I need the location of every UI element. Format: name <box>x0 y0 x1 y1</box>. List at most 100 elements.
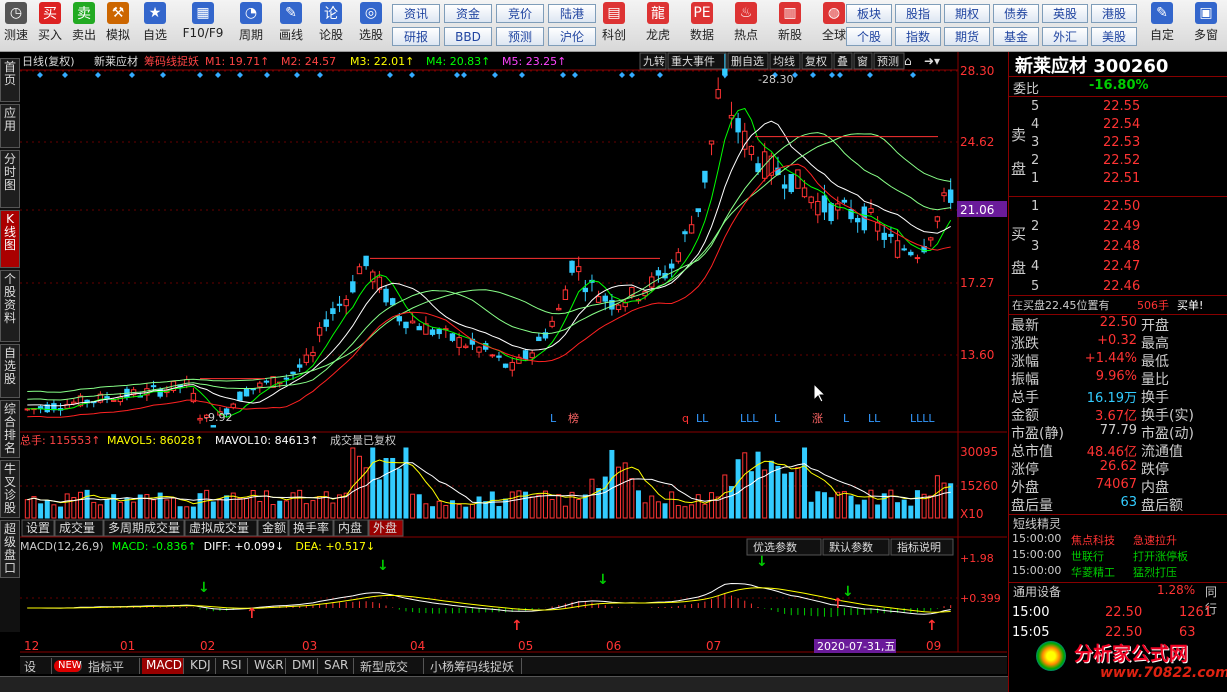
quick-button[interactable]: 预测 <box>496 27 544 46</box>
indicator-tabs: 设置NEW指标平台MACDKDJRSIW&RDMISAR新型成交量小杨筹码线捉妖 <box>20 656 1007 691</box>
sprite-stock[interactable]: 焦点科技 <box>1071 532 1115 548</box>
market-button[interactable]: 外汇 <box>1042 27 1088 46</box>
toolbar-discuss-button[interactable]: 论论股 <box>312 2 350 50</box>
volume-bar <box>735 459 741 519</box>
candle-body <box>456 337 462 348</box>
leftnav-item[interactable]: 首页 <box>0 58 20 102</box>
signal-marker[interactable]: LLLL <box>910 412 935 425</box>
signal-marker[interactable]: L <box>550 412 557 425</box>
signal-marker[interactable]: LL <box>696 412 709 425</box>
leftnav-item[interactable]: 牛叉诊股 <box>0 460 20 518</box>
indicator-tab[interactable]: SAR <box>320 658 354 674</box>
quick-button[interactable]: BBD <box>444 27 492 46</box>
candle-body <box>303 354 310 363</box>
sell-price[interactable]: 22.54 <box>1103 117 1140 132</box>
volume-header-item: 总手: 115553↑ <box>20 433 100 447</box>
volume-bar <box>914 490 920 519</box>
market-button[interactable]: 板块 <box>846 4 892 23</box>
market-button[interactable]: 期权 <box>944 4 990 23</box>
leftnav-item[interactable]: 超级盘口 <box>0 520 20 578</box>
quick-button[interactable]: 陆港 <box>548 4 596 23</box>
indicator-tab[interactable]: 小杨筹码线捉妖 <box>426 658 522 674</box>
toolbar-pe-button[interactable]: PE 数据 <box>682 2 722 50</box>
indicator-tab[interactable]: 新型成交量 <box>356 658 424 691</box>
quick-button[interactable]: 资金 <box>444 4 492 23</box>
quick-button[interactable]: 竞价 <box>496 4 544 23</box>
signal-marker[interactable]: LL <box>868 412 881 425</box>
leftnav-item[interactable]: 应用 <box>0 104 20 148</box>
candle-body <box>582 287 589 293</box>
market-button[interactable]: 港股 <box>1091 4 1137 23</box>
signal-marker[interactable]: L <box>774 412 781 425</box>
signal-marker[interactable]: L <box>843 412 850 425</box>
toolbar-button-label: 自定 <box>1149 28 1174 42</box>
divider <box>1009 96 1227 97</box>
indicator-tab[interactable]: DMI <box>288 658 318 674</box>
leftnav-item[interactable]: 分时图 <box>0 150 20 208</box>
candle-body <box>556 307 562 311</box>
market-button[interactable]: 指数 <box>895 27 941 46</box>
sprite-stock[interactable]: 世联行 <box>1071 548 1104 564</box>
indicator-tab[interactable]: RSI <box>218 658 248 674</box>
toolbar-buy-button[interactable]: 买买入 <box>34 2 66 50</box>
kline-chart[interactable]: 日线(复权) 新莱应材 筹码线捉妖 M1: 19.71↑ M2: 24.57 M3: 22… <box>20 52 1007 664</box>
sell-price[interactable]: 22.52 <box>1103 153 1140 168</box>
toolbar-select-stock-button[interactable]: ◎ 选股 <box>352 2 390 50</box>
sell-price[interactable]: 22.51 <box>1103 171 1140 186</box>
signal-marker[interactable]: LLL <box>740 412 759 425</box>
sprite-stock[interactable]: 华菱精工 <box>1071 564 1115 580</box>
toolbar-cycle-button[interactable]: ◔ 周期 <box>232 2 270 50</box>
toolbar-pen-button[interactable]: ✎ 画线 <box>272 2 310 50</box>
market-button[interactable]: 美股 <box>1091 27 1137 46</box>
toolbar-dragon-button[interactable]: 龍龙虎 <box>638 2 678 50</box>
indicator-tab[interactable]: NEW <box>54 660 82 672</box>
market-button[interactable]: 个股 <box>846 27 892 46</box>
sell-price[interactable]: 22.53 <box>1103 135 1140 150</box>
toolbar-hammer-button[interactable]: ⚒ 模拟 <box>102 2 134 50</box>
leftnav-item[interactable]: K线图 <box>0 210 20 268</box>
market-button[interactable]: 期货 <box>944 27 990 46</box>
toolbar-button-label: 新股 <box>777 28 802 42</box>
leftnav-item[interactable]: 综合排名 <box>0 400 20 458</box>
toolbar-sell-button[interactable]: 卖卖出 <box>68 2 100 50</box>
buy-price[interactable]: 22.49 <box>1103 219 1140 234</box>
quick-button[interactable]: 研报 <box>392 27 440 46</box>
candle-body <box>210 425 217 428</box>
toolbar-multiwin-button[interactable]: ▣ 多窗 <box>1186 2 1226 50</box>
leftnav-item[interactable]: 自选股 <box>0 344 20 398</box>
toolbar-new-stock-button[interactable]: ▥ 新股 <box>770 2 810 50</box>
candle-body <box>197 417 203 421</box>
market-button[interactable]: 基金 <box>993 27 1039 46</box>
market-button[interactable]: 债券 <box>993 4 1039 23</box>
toolbar-fire-button[interactable]: ♨ 热点 <box>726 2 766 50</box>
leftnav-item[interactable]: 个股资料 <box>0 270 20 342</box>
toolbar-custom-button[interactable]: ✎ 自定 <box>1142 2 1182 50</box>
custom-icon: ✎ <box>1151 2 1173 24</box>
buy-price[interactable]: 22.46 <box>1103 279 1140 294</box>
market-button[interactable]: 英股 <box>1042 4 1088 23</box>
toolbar-star-button[interactable]: ★ 自选 <box>136 2 174 50</box>
stat-label: 外盘 <box>1011 480 1039 496</box>
toolbar-clock-button[interactable]: ◷ 测速 <box>0 2 32 50</box>
indicator-tab[interactable]: 指标平台 <box>84 658 140 691</box>
signal-marker[interactable]: 榜 <box>568 411 579 425</box>
buy-price[interactable]: 22.48 <box>1103 239 1140 254</box>
indicator-tab[interactable]: W&R <box>250 658 286 674</box>
indicator-tab[interactable]: 设置 <box>20 658 52 691</box>
buy-price[interactable]: 22.47 <box>1103 259 1140 274</box>
quick-button[interactable]: 资讯 <box>392 4 440 23</box>
status-bar <box>0 676 1008 692</box>
indicator-tab[interactable]: MACD <box>142 658 184 674</box>
signal-marker[interactable]: 涨 <box>812 412 823 425</box>
exit-icon[interactable]: ➜▾ <box>924 54 940 68</box>
indicator-tab[interactable]: KDJ <box>186 658 216 674</box>
toolbar-grid-button[interactable]: ▦ F10/F9 <box>176 2 230 50</box>
buy-price[interactable]: 22.50 <box>1103 199 1140 214</box>
signal-marker[interactable]: q <box>682 412 689 425</box>
lock-icon[interactable]: ⌂ <box>904 54 912 68</box>
toolbar-chart-button[interactable]: ▤ 科创 <box>594 2 634 50</box>
buy-side-char: 盘 <box>1011 259 1027 277</box>
sell-price[interactable]: 22.55 <box>1103 99 1140 114</box>
quick-button[interactable]: 沪伦 <box>548 27 596 46</box>
market-button[interactable]: 股指 <box>895 4 941 23</box>
